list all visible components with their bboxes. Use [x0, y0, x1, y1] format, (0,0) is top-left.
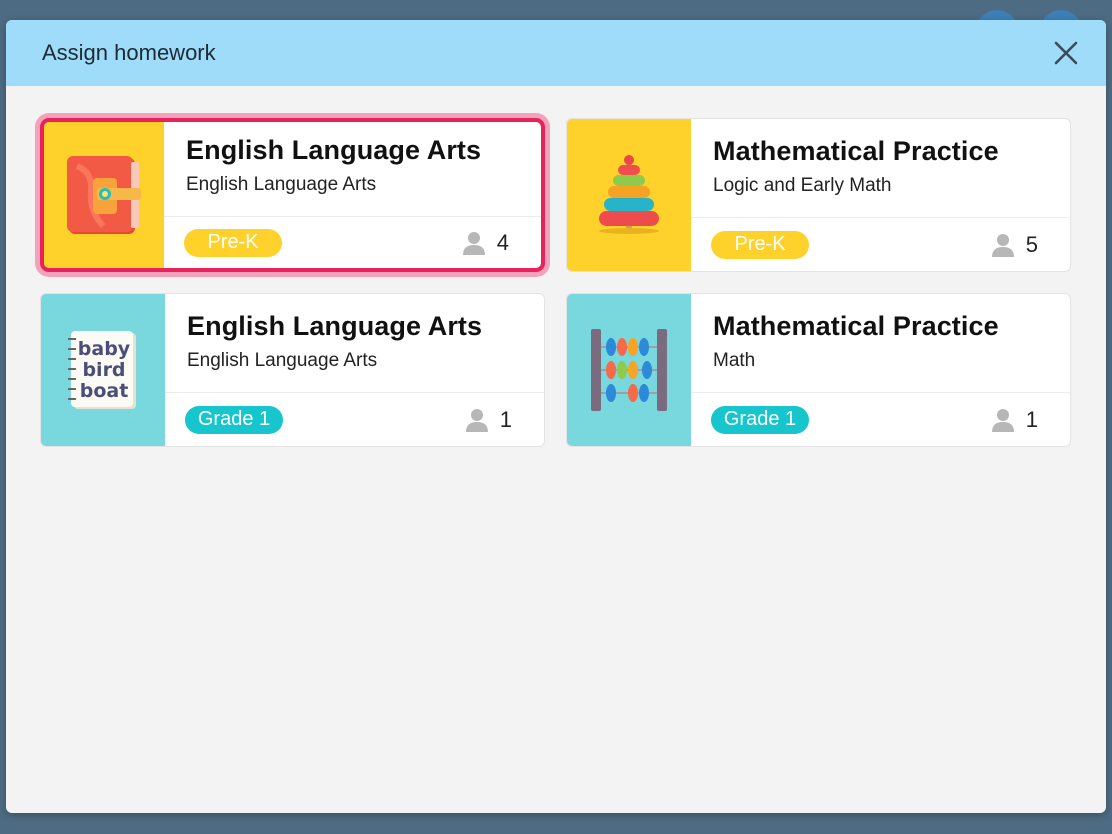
student-count: 5	[991, 231, 1038, 258]
course-title: English Language Arts	[187, 311, 483, 341]
abacus-icon	[591, 329, 667, 411]
level-badge: Pre-K	[184, 228, 282, 257]
notebook-icon: baby bird boat	[68, 331, 136, 409]
course-subtitle: English Language Arts	[187, 350, 378, 371]
stacking-rings-icon	[599, 155, 659, 234]
level-badge: Grade 1	[185, 405, 283, 434]
course-title: English Language Arts	[186, 135, 482, 165]
close-button[interactable]	[1046, 33, 1086, 73]
course-subtitle: Logic and Early Math	[713, 175, 892, 196]
course-subtitle: Math	[713, 350, 756, 371]
course-card-math-grade1[interactable]: Mathematical Practice Math Grade 1 1	[566, 293, 1071, 447]
student-count-value: 5	[1025, 231, 1038, 257]
course-card-ela-prek[interactable]: English Language Arts English Language A…	[40, 118, 545, 272]
assign-homework-modal: Assign homework English Language Arts En…	[6, 20, 1106, 813]
person-icon	[991, 233, 1014, 257]
notebook-word: baby	[78, 338, 131, 360]
modal-title: Assign homework	[42, 40, 216, 65]
course-grid: English Language Arts English Language A…	[40, 118, 1071, 447]
course-card-math-prek[interactable]: Mathematical Practice Logic and Early Ma…	[566, 118, 1071, 272]
notebook-word: boat	[80, 380, 129, 402]
course-card-ela-grade1[interactable]: baby bird boat English Language Arts Eng…	[40, 293, 545, 447]
student-count: 4	[462, 229, 509, 256]
student-count: 1	[465, 406, 512, 433]
student-count-value: 1	[1025, 406, 1038, 432]
notebook-word: bird	[82, 359, 125, 381]
person-icon	[465, 408, 488, 432]
course-subtitle: English Language Arts	[186, 174, 377, 195]
course-thumbnail	[44, 122, 164, 268]
level-badge: Pre-K	[711, 230, 809, 259]
book-icon	[67, 156, 141, 234]
modal-header: Assign homework	[6, 20, 1106, 86]
student-count-value: 4	[496, 229, 509, 255]
course-title: Mathematical Practice	[713, 136, 999, 166]
course-title: Mathematical Practice	[713, 311, 999, 341]
student-count: 1	[991, 406, 1038, 433]
course-thumbnail: baby bird boat	[41, 294, 165, 446]
course-thumbnail	[567, 119, 691, 271]
person-icon	[462, 231, 485, 255]
level-badge: Grade 1	[711, 405, 809, 434]
person-icon	[991, 408, 1014, 432]
course-thumbnail	[567, 294, 691, 446]
close-icon	[1054, 41, 1078, 65]
student-count-value: 1	[499, 406, 512, 432]
